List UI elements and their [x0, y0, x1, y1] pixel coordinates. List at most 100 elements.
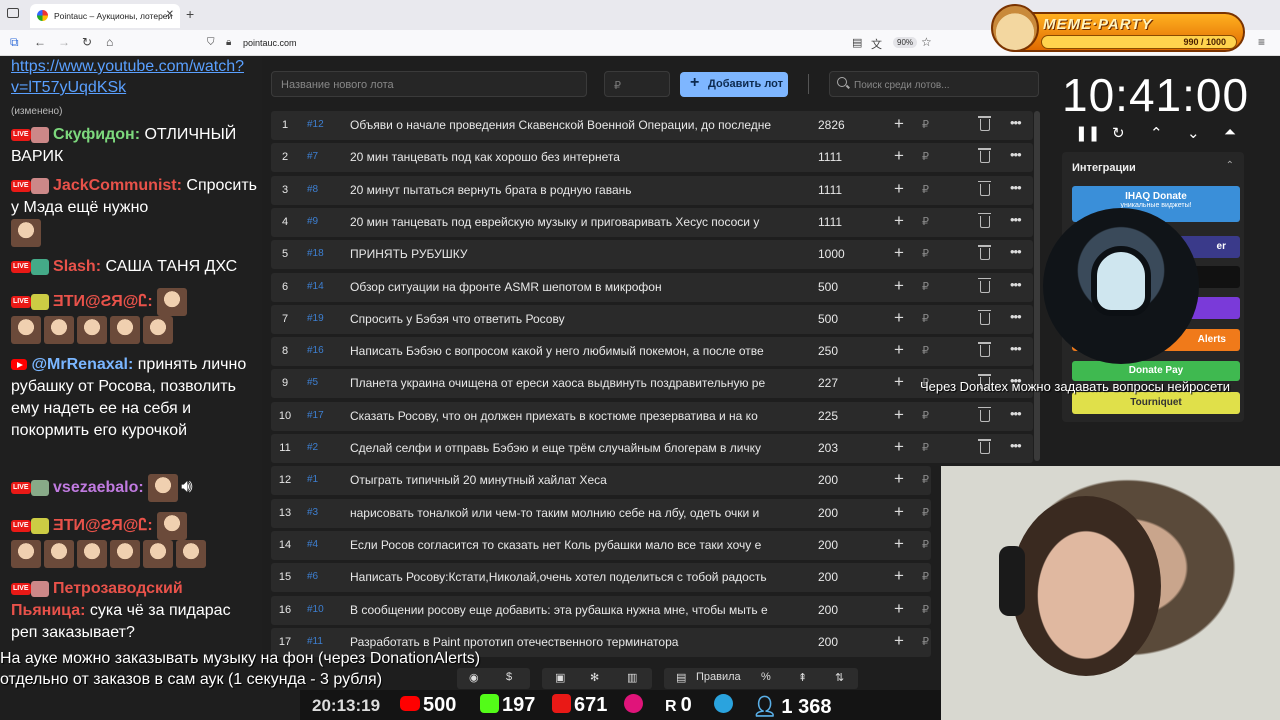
lot-more-icon[interactable]: •••: [1010, 244, 1022, 259]
delete-lot-icon[interactable]: [978, 406, 991, 422]
lot-row[interactable]: 7 #19 Спросить у Бэбэя что ответить Росову…: [271, 304, 1033, 334]
lot-row[interactable]: 14 #4 Если Росов согласится то сказать нет…: [271, 530, 931, 560]
lot-price-input[interactable]: ₽: [604, 71, 670, 97]
currency-icon[interactable]: ₽: [922, 538, 929, 551]
lot-row[interactable]: 11 #2 Сделай селфи и отправь Бэбэю и еще т…: [271, 434, 1033, 463]
save-icon[interactable]: ▣: [555, 671, 565, 684]
lot-more-icon[interactable]: •••: [1010, 147, 1022, 162]
lot-more-icon[interactable]: •••: [1010, 341, 1022, 356]
add-amount-icon[interactable]: +: [894, 146, 904, 166]
split-icon[interactable]: ⇞: [798, 671, 807, 684]
delete-lot-icon[interactable]: [978, 439, 991, 454]
increase-time-icon[interactable]: ⌃: [1150, 124, 1163, 142]
back-icon[interactable]: ←: [34, 35, 46, 49]
lock-icon[interactable]: 🔒︎: [226, 37, 231, 48]
lot-name[interactable]: Объяви о начале проведения Скавенской Во…: [350, 118, 790, 132]
lot-row[interactable]: 10 #17 Сказать Росову, что он должен приех…: [271, 401, 1033, 431]
currency-icon[interactable]: ₽: [922, 409, 929, 422]
delete-lot-icon[interactable]: [978, 148, 991, 164]
lot-row[interactable]: 12 #1 Отыграть типичный 20 минутный хайлат…: [271, 466, 931, 496]
reader-view-icon[interactable]: ▤: [852, 36, 862, 49]
forward-icon[interactable]: →: [58, 35, 70, 49]
lot-more-icon[interactable]: •••: [1010, 406, 1022, 421]
lot-more-icon[interactable]: •••: [1010, 115, 1022, 130]
zoom-level[interactable]: 90%: [893, 37, 918, 48]
delete-lot-icon[interactable]: [978, 116, 991, 131]
currency-icon[interactable]: ₽: [922, 312, 929, 325]
lot-name[interactable]: Если Росов согласится то сказать нет Кол…: [350, 538, 790, 552]
lot-more-icon[interactable]: •••: [1010, 212, 1022, 227]
currency-icon[interactable]: ₽: [922, 506, 929, 519]
address-bar[interactable]: pointauc.com: [243, 38, 297, 48]
restart-icon[interactable]: ↻: [1112, 124, 1125, 142]
delete-lot-icon[interactable]: [978, 212, 991, 228]
lot-name[interactable]: Сделай селфи и отправь Бэбэю и еще трём …: [350, 441, 790, 455]
double-increase-icon[interactable]: ⏶: [1224, 124, 1236, 141]
rules-button[interactable]: Правила: [696, 671, 741, 683]
currency-icon[interactable]: ₽: [922, 441, 929, 454]
currency-icon[interactable]: ₽: [922, 280, 929, 293]
home-icon[interactable]: ⌂: [106, 35, 113, 49]
lot-name[interactable]: Сказать Росову, что он должен приехать в…: [350, 409, 790, 423]
add-amount-icon[interactable]: +: [894, 502, 904, 522]
lot-search-input[interactable]: Поиск среди лотов...: [829, 71, 1039, 97]
delete-lot-icon[interactable]: [978, 245, 991, 261]
lot-name[interactable]: Планета украина очищена от ереси хаоса в…: [350, 376, 790, 390]
add-amount-icon[interactable]: +: [894, 566, 904, 586]
add-amount-icon[interactable]: +: [894, 340, 904, 360]
add-amount-icon[interactable]: +: [894, 534, 904, 554]
lot-row[interactable]: 4 #9 20 мин танцевать под еврейскую музыку…: [271, 207, 1033, 237]
lot-row[interactable]: 15 #6 Написать Росову:Кстати,Николай,очень…: [271, 563, 931, 593]
currency-icon[interactable]: ₽: [922, 344, 929, 357]
lot-name[interactable]: Разработать в Paint прототип отечественн…: [350, 635, 790, 649]
bug-icon[interactable]: ✻: [590, 671, 599, 684]
tracking-shield-icon[interactable]: ⛉: [207, 37, 215, 48]
percent-icon[interactable]: %: [761, 671, 771, 683]
lot-name[interactable]: 20 мин танцевать под как хорошо без инте…: [350, 150, 790, 164]
lot-more-icon[interactable]: •••: [1010, 438, 1022, 453]
currency-icon[interactable]: ₽: [922, 150, 929, 163]
pause-icon[interactable]: ❚❚: [1075, 124, 1100, 142]
chat-youtube-link[interactable]: https://www.youtube.com/watch?v=lT57yUqd…: [11, 56, 261, 98]
add-amount-icon[interactable]: +: [894, 308, 904, 328]
decrease-time-icon[interactable]: ⌄: [1187, 124, 1200, 142]
currency-icon[interactable]: ₽: [922, 118, 929, 131]
add-amount-icon[interactable]: +: [894, 114, 904, 134]
add-lot-button[interactable]: + Добавить лот: [680, 72, 788, 97]
sidebar-toggle-icon[interactable]: ⧉: [10, 35, 19, 50]
integration-donate-pay[interactable]: Donate Pay: [1072, 361, 1240, 381]
donate-dollar-icon[interactable]: $: [506, 671, 512, 683]
delete-lot-icon[interactable]: [978, 342, 991, 358]
lot-name[interactable]: нарисовать тоналкой или чем-то таким мол…: [350, 506, 790, 520]
lot-name[interactable]: Отыграть типичный 20 минутный хайлат Хес…: [350, 473, 790, 487]
reload-icon[interactable]: ↻: [82, 35, 92, 49]
add-amount-icon[interactable]: +: [894, 437, 904, 457]
delete-lot-icon[interactable]: [978, 309, 991, 325]
currency-icon[interactable]: ₽: [922, 247, 929, 260]
currency-icon[interactable]: ₽: [922, 603, 929, 616]
lot-name[interactable]: ПРИНЯТЬ РУБУШКУ: [350, 247, 790, 261]
add-amount-icon[interactable]: +: [894, 599, 904, 619]
add-amount-icon[interactable]: +: [894, 469, 904, 489]
lot-row[interactable]: 6 #14 Обзор ситуации на фронте ASMR шепото…: [271, 272, 1033, 302]
lot-row[interactable]: 8 #16 Написать Бэбэю с вопросом какой у не…: [271, 337, 1033, 367]
github-icon[interactable]: ◉: [469, 671, 479, 684]
lot-row[interactable]: 3 #8 20 минут пытаться вернуть брата в род…: [271, 175, 1033, 205]
lot-more-icon[interactable]: •••: [1010, 277, 1022, 292]
currency-icon[interactable]: ₽: [922, 570, 929, 583]
delete-lot-icon[interactable]: [978, 180, 991, 196]
lot-row[interactable]: 9 #5 Планета украина очищена от ереси хаос…: [271, 369, 1033, 399]
lots-scrollbar[interactable]: [1034, 111, 1040, 461]
new-lot-input[interactable]: Название нового лота: [271, 71, 587, 97]
currency-icon[interactable]: ₽: [922, 473, 929, 486]
lot-name[interactable]: 20 минут пытаться вернуть брата в родную…: [350, 183, 790, 197]
lot-row[interactable]: 16 #10 В сообщении росову еще добавить: эт…: [271, 595, 931, 625]
lot-name[interactable]: 20 мин танцевать под еврейскую музыку и …: [350, 215, 790, 229]
add-amount-icon[interactable]: +: [894, 179, 904, 199]
translate-icon[interactable]: 文: [871, 36, 882, 52]
lot-more-icon[interactable]: •••: [1010, 180, 1022, 195]
browser-menu-icon[interactable]: ≡: [1258, 35, 1265, 49]
add-amount-icon[interactable]: +: [894, 243, 904, 263]
lot-more-icon[interactable]: •••: [1010, 309, 1022, 324]
currency-icon[interactable]: ₽: [922, 635, 929, 648]
